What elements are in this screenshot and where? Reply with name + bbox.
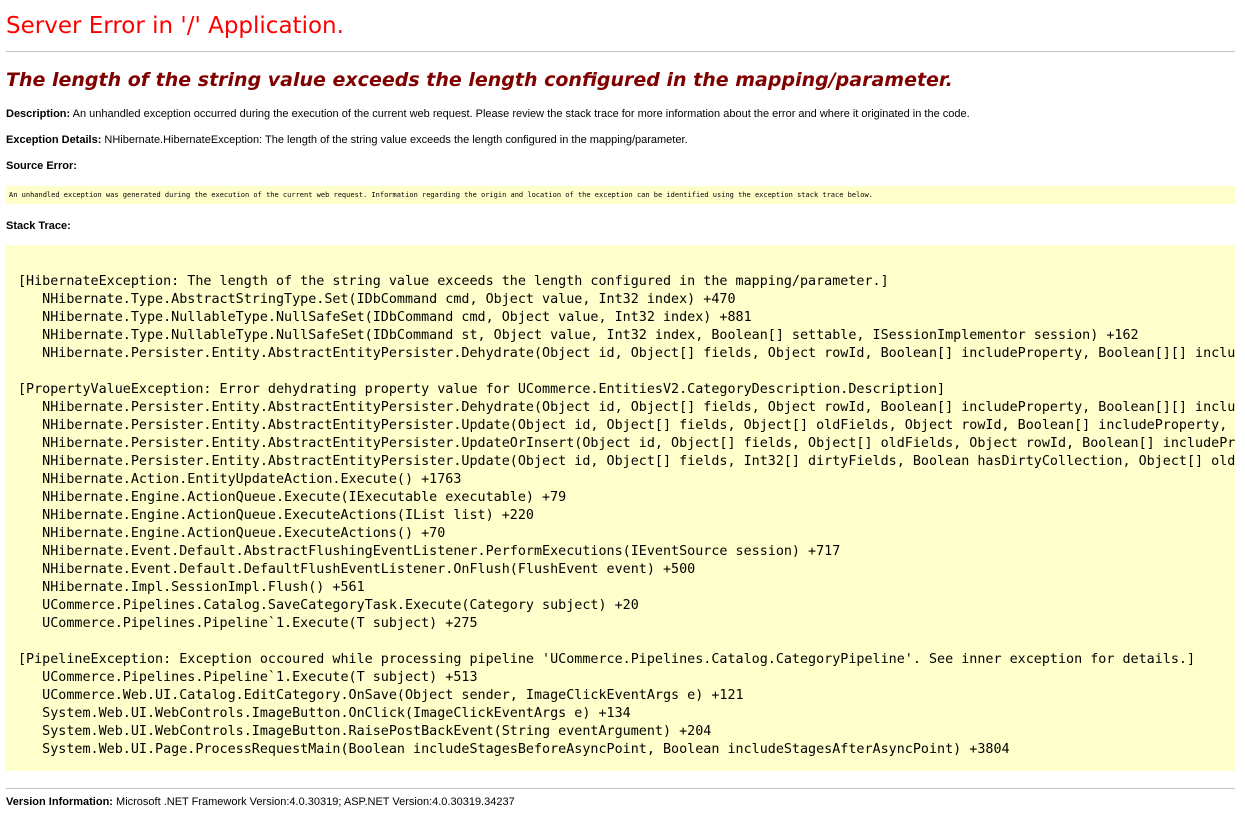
description-line: Description: An unhandled exception occu… <box>6 107 1235 121</box>
footer-divider <box>6 788 1235 789</box>
source-error-box: An unhandled exception was generated dur… <box>6 186 1235 204</box>
exception-details-text: NHibernate.HibernateException: The lengt… <box>104 134 688 146</box>
source-error-heading: Source Error: <box>6 160 77 172</box>
exception-details-label: Exception Details: <box>6 134 102 146</box>
error-page: Server Error in '/' Application. The len… <box>0 0 1245 809</box>
source-error-text: An unhandled exception was generated dur… <box>9 191 873 199</box>
error-message: The length of the string value exceeds t… <box>6 69 953 91</box>
stack-trace-box: [HibernateException: The length of the s… <box>6 245 1235 771</box>
exception-details-line: Exception Details: NHibernate.HibernateE… <box>6 133 1235 147</box>
title-divider <box>6 51 1235 52</box>
version-info-text: Microsoft .NET Framework Version:4.0.303… <box>116 796 515 808</box>
description-text: An unhandled exception occurred during t… <box>72 108 970 120</box>
description-label: Description: <box>6 108 71 120</box>
stack-trace-heading: Stack Trace: <box>6 220 71 232</box>
version-info-line: Version Information: Microsoft .NET Fram… <box>6 795 1235 809</box>
version-info-label: Version Information: <box>6 796 113 808</box>
page-title: Server Error in '/' Application. <box>6 13 344 39</box>
stack-trace-text: [HibernateException: The length of the s… <box>18 274 1235 757</box>
